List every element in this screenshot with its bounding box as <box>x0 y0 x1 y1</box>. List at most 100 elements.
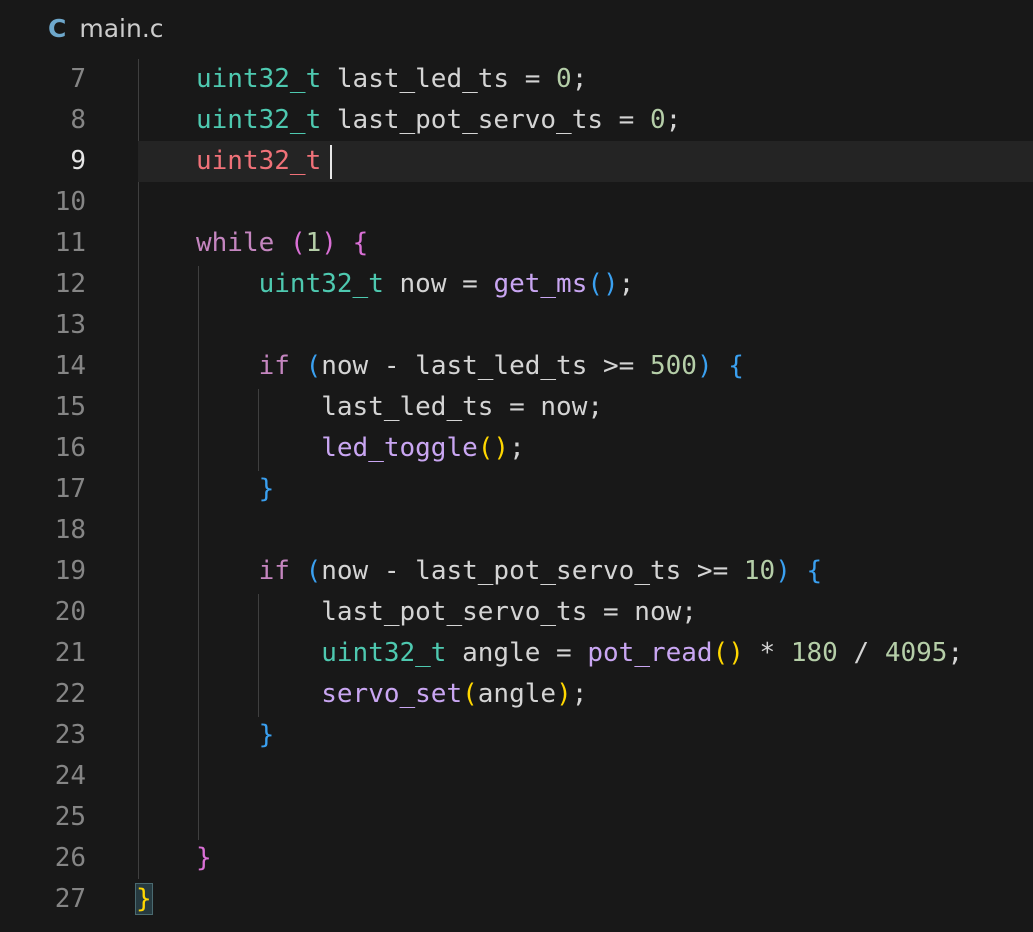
code-text[interactable]: led_toggle(); <box>196 428 525 469</box>
code-text[interactable]: uint32_t last_pot_servo_ts = 0; <box>196 100 681 141</box>
code-token: ; <box>947 638 964 668</box>
line-number: 23 <box>54 720 86 750</box>
code-text[interactable]: while (1) { <box>196 223 368 264</box>
code-line[interactable]: 17 } <box>0 469 1033 510</box>
code-line[interactable]: 19 if (now - last_pot_servo_ts >= 10) { <box>0 551 1033 592</box>
code-text[interactable]: uint32_t <box>196 141 337 182</box>
code-token: * <box>743 638 791 668</box>
code-token: ) <box>775 556 791 586</box>
code-line[interactable]: 25 <box>0 797 1033 838</box>
line-number: 14 <box>54 351 86 381</box>
code-line[interactable]: 26} <box>0 838 1033 879</box>
code-token: ( <box>305 556 322 586</box>
code-line[interactable]: 11 while (1) { <box>0 223 1033 264</box>
line-number: 17 <box>54 474 86 504</box>
code-text[interactable]: last_pot_servo_ts = now; <box>196 592 697 633</box>
code-token: ; <box>509 433 525 463</box>
code-token: 0 <box>649 105 666 135</box>
code-token: while <box>196 228 275 258</box>
code-text[interactable]: last_led_ts = now; <box>196 387 603 428</box>
code-line[interactable]: 27} <box>0 879 1033 920</box>
code-line[interactable]: 22 servo_set(angle); <box>0 674 1033 715</box>
line-number: 20 <box>54 597 86 627</box>
code-line[interactable]: 10 <box>0 182 1033 223</box>
code-editor[interactable]: C main.c 7 uint32_t last_led_ts = 0; 8 uint… <box>0 0 1033 932</box>
code-text[interactable]: } <box>196 715 275 756</box>
code-line[interactable]: 23 } <box>0 715 1033 756</box>
code-token: { <box>728 351 744 381</box>
code-line[interactable]: 7 uint32_t last_led_ts = 0; <box>0 59 1033 100</box>
code-text[interactable]: if (now - last_led_ts >= 500) { <box>196 346 744 387</box>
code-text[interactable]: } <box>196 838 212 879</box>
file-tab[interactable]: C main.c <box>36 8 176 48</box>
line-number: 21 <box>54 638 86 668</box>
code-text[interactable]: uint32_t now = get_ms(); <box>196 264 635 305</box>
line-number: 9 <box>70 146 86 176</box>
code-token: servo_set <box>321 679 463 709</box>
code-text[interactable]: } <box>135 879 153 920</box>
line-number: 8 <box>70 105 86 135</box>
editor-tab-bar: C main.c <box>0 0 1033 56</box>
line-number: 16 <box>54 433 86 463</box>
code-line[interactable]: 20 last_pot_servo_ts = now; <box>0 592 1033 633</box>
code-line[interactable]: 14 if (now - last_led_ts >= 500) { <box>0 346 1033 387</box>
code-token: 1 <box>305 228 322 258</box>
code-token: if <box>258 556 290 586</box>
code-line[interactable]: 24 <box>0 756 1033 797</box>
code-token: { <box>352 228 369 258</box>
line-number: 15 <box>54 392 86 422</box>
code-token: 0 <box>556 64 572 94</box>
code-token: } <box>196 843 212 873</box>
code-token: now - last_led_ts >= <box>321 351 650 381</box>
code-line[interactable]: 16 led_toggle(); <box>0 428 1033 469</box>
code-token: ; <box>665 105 682 135</box>
code-line[interactable]: 15 last_led_ts = now; <box>0 387 1033 428</box>
file-tab-label: main.c <box>79 13 164 43</box>
code-token: 180 <box>790 638 838 668</box>
code-token: led_toggle <box>321 433 478 463</box>
code-token: 500 <box>649 351 697 381</box>
code-text[interactable]: servo_set(angle); <box>196 674 587 715</box>
code-token: } <box>135 883 153 915</box>
code-line[interactable]: 9 uint32_t <box>0 141 1033 182</box>
code-text[interactable]: uint32_t angle = pot_read() * 180 / 4095… <box>196 633 963 674</box>
code-line[interactable]: 13 <box>0 305 1033 346</box>
line-number: 19 <box>54 556 86 586</box>
code-token: () <box>587 269 619 299</box>
line-number: 13 <box>54 310 86 340</box>
code-token: 10 <box>743 556 776 586</box>
code-token: ; <box>571 679 588 709</box>
code-token: () <box>477 433 510 463</box>
code-text[interactable]: } <box>196 469 275 510</box>
code-token: { <box>806 556 823 586</box>
code-line[interactable]: 21 uint32_t angle = pot_read() * 180 / 4… <box>0 633 1033 674</box>
code-token: last_pot_servo_ts = <box>321 105 650 135</box>
code-text[interactable]: if (now - last_pot_servo_ts >= 10) { <box>196 551 823 592</box>
text-cursor <box>330 145 332 179</box>
code-token: ) <box>696 351 713 381</box>
code-token: uint32_t <box>196 146 322 176</box>
line-number: 10 <box>54 187 86 217</box>
code-text[interactable]: uint32_t last_led_ts = 0; <box>196 59 587 100</box>
code-line[interactable]: 8 uint32_t last_pot_servo_ts = 0; <box>0 100 1033 141</box>
line-number: 7 <box>70 64 86 94</box>
code-token: / <box>837 638 885 668</box>
code-token: uint32_t <box>196 105 322 135</box>
code-line[interactable]: 18 <box>0 510 1033 551</box>
code-line[interactable]: 12 uint32_t now = get_ms(); <box>0 264 1033 305</box>
line-number: 11 <box>54 228 86 258</box>
line-number: 27 <box>54 884 86 914</box>
